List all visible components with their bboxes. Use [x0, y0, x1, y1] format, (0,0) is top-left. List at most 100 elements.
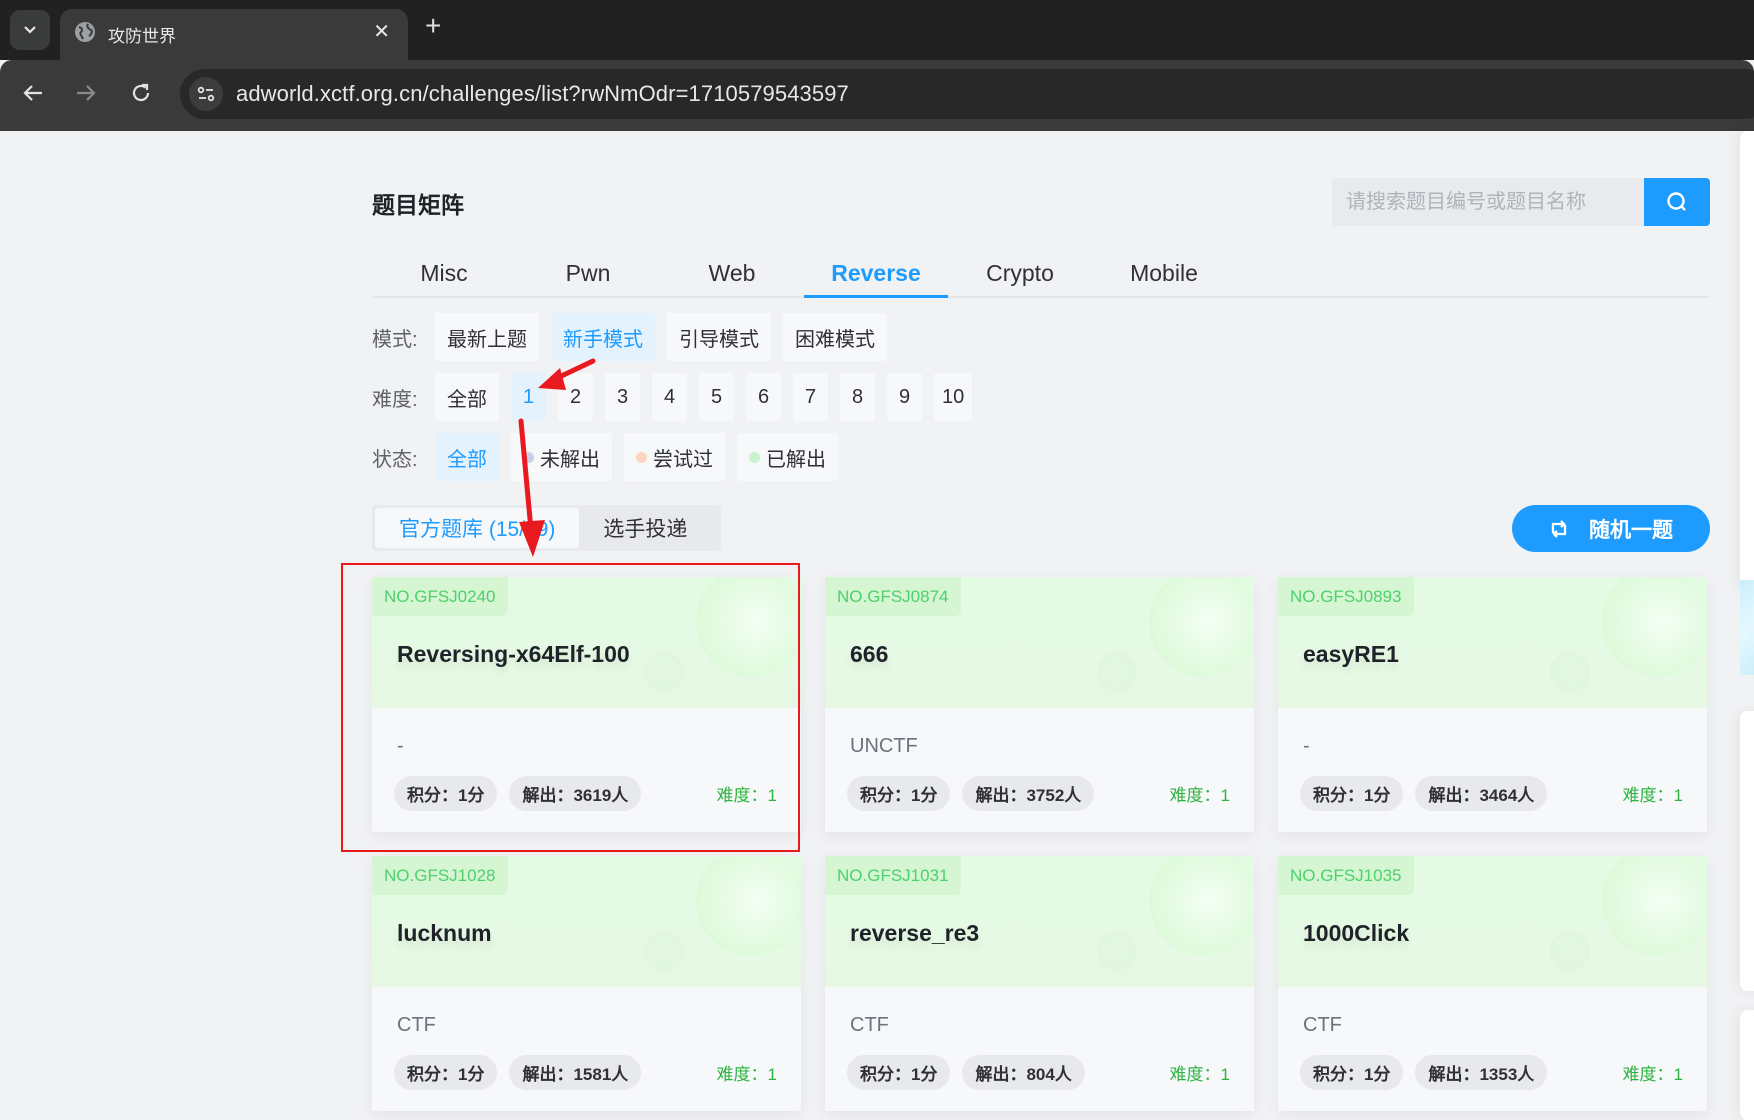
status-all[interactable]: 全部 [435, 433, 499, 481]
difficulty-9[interactable]: 9 [887, 373, 922, 421]
search-icon [1667, 192, 1686, 211]
challenge-card[interactable]: NO.GFSJ0240 Reversing-x64Elf-100 - 积分：1分… [372, 577, 801, 832]
difficulty-2[interactable]: 2 [558, 373, 593, 421]
status-solved-label: 已解出 [766, 448, 826, 471]
status-all-label: 全部 [447, 448, 487, 471]
difficulty-filter: 难度: 全部 1 2 3 4 5 6 7 8 9 10 [372, 373, 984, 421]
tab-pwn[interactable]: Pwn [516, 250, 660, 296]
challenge-number: NO.GFSJ1035 [1278, 856, 1414, 895]
tab-web[interactable]: Web [660, 250, 804, 296]
difficulty-3[interactable]: 3 [605, 373, 640, 421]
challenge-number: NO.GFSJ0874 [825, 577, 961, 616]
challenge-source: CTF [1303, 1014, 1342, 1036]
difficulty-10[interactable]: 10 [934, 373, 973, 421]
score-badge: 积分：1分 [1300, 776, 1404, 811]
decoration-bubble [1149, 856, 1254, 956]
challenge-card[interactable]: NO.GFSJ0874 666 UNCTF 积分：1分 解出：3752人 难度：… [825, 577, 1254, 832]
tab-submitted[interactable]: 选手投递 [579, 508, 711, 548]
tab-reverse[interactable]: Reverse [804, 250, 948, 298]
url-text[interactable]: adworld.xctf.org.cn/challenges/list?rwNm… [236, 81, 849, 107]
mode-hard[interactable]: 困难模式 [783, 313, 887, 361]
arrow-left-icon [23, 85, 42, 101]
challenge-source: CTF [850, 1014, 889, 1036]
status-unsolved-label: 未解出 [540, 448, 600, 471]
mode-label: 模式: [372, 328, 418, 351]
challenge-card[interactable]: NO.GFSJ0893 easyRE1 - 积分：1分 解出：3464人 难度：… [1278, 577, 1707, 832]
challenge-card[interactable]: NO.GFSJ1028 lucknum CTF 积分：1分 解出：1581人 难… [372, 856, 801, 1111]
arrow-right-icon [77, 85, 96, 101]
difficulty-5[interactable]: 5 [699, 373, 734, 421]
attempted-dot-icon [636, 451, 647, 463]
challenge-number: NO.GFSJ1031 [825, 856, 961, 895]
reload-button[interactable] [126, 78, 156, 108]
tab-title: 攻防世界 [108, 27, 176, 46]
tab-crypto[interactable]: Crypto [948, 250, 1092, 296]
mode-guided[interactable]: 引导模式 [667, 313, 771, 361]
random-button-label: 随机一题 [1589, 518, 1673, 542]
shuffle-icon [1549, 519, 1569, 539]
address-bar[interactable]: adworld.xctf.org.cn/challenges/list?rwNm… [180, 69, 1754, 119]
challenge-source: - [397, 735, 404, 757]
challenge-card[interactable]: NO.GFSJ1035 1000Click CTF 积分：1分 解出：1353人… [1278, 856, 1707, 1111]
difficulty-text: 难度：1 [1169, 1065, 1230, 1084]
solved-count-badge: 解出：3619人 [509, 776, 642, 811]
challenge-title: 1000Click [1303, 920, 1410, 946]
score-badge: 积分：1分 [847, 1055, 951, 1090]
search-button[interactable] [1644, 178, 1710, 226]
status-label: 状态: [372, 448, 418, 471]
forward-button[interactable] [71, 78, 101, 108]
difficulty-6[interactable]: 6 [746, 373, 781, 421]
decoration-bubble [696, 856, 801, 956]
solved-dot-icon [749, 451, 760, 463]
challenge-number: NO.GFSJ0893 [1278, 577, 1414, 616]
mode-beginner[interactable]: 新手模式 [551, 313, 655, 361]
score-badge: 积分：1分 [1300, 1055, 1404, 1090]
status-attempted[interactable]: 尝试过 [624, 433, 725, 481]
decoration-bubble [1550, 931, 1590, 971]
source-tabs: 官方题库 (15/79) 选手投递 [372, 505, 721, 551]
difficulty-label: 难度: [372, 388, 418, 411]
card-footer: 积分：1分 解出：3752人 难度：1 [847, 776, 1230, 811]
tab-official[interactable]: 官方题库 (15/79) [375, 508, 580, 548]
browser-tab-active[interactable]: 攻防世界 ✕ [60, 9, 408, 60]
site-info-button[interactable] [189, 77, 223, 111]
card-header: NO.GFSJ1028 lucknum [372, 856, 801, 987]
card-footer: 积分：1分 解出：1353人 难度：1 [1300, 1055, 1683, 1090]
solved-count-badge: 解出：1581人 [509, 1055, 642, 1090]
difficulty-8[interactable]: 8 [840, 373, 875, 421]
challenge-title: Reversing-x64Elf-100 [397, 641, 630, 667]
random-challenge-button[interactable]: 随机一题 [1512, 505, 1710, 552]
decoration-bubble [1602, 856, 1707, 956]
status-solved[interactable]: 已解出 [737, 433, 838, 481]
difficulty-4[interactable]: 4 [652, 373, 687, 421]
challenge-number: NO.GFSJ1028 [372, 856, 508, 895]
close-icon[interactable]: ✕ [373, 19, 390, 44]
unsolved-dot-icon [523, 451, 534, 463]
status-attempted-label: 尝试过 [653, 448, 713, 471]
decoration-bubble [644, 652, 684, 692]
mode-latest[interactable]: 最新上题 [435, 313, 539, 361]
score-badge: 积分：1分 [847, 776, 951, 811]
search-input[interactable] [1332, 178, 1644, 226]
difficulty-text: 难度：1 [716, 786, 777, 805]
card-header: NO.GFSJ0240 Reversing-x64Elf-100 [372, 577, 801, 708]
tab-misc[interactable]: Misc [372, 250, 516, 296]
challenge-card[interactable]: NO.GFSJ1031 reverse_re3 CTF 积分：1分 解出：804… [825, 856, 1254, 1111]
side-panel-card [1740, 1010, 1754, 1120]
back-button[interactable] [18, 78, 48, 108]
side-panel-card [1740, 711, 1754, 991]
difficulty-all[interactable]: 全部 [435, 373, 499, 421]
plus-icon[interactable]: + [425, 12, 441, 40]
card-header: NO.GFSJ1035 1000Click [1278, 856, 1707, 987]
difficulty-7[interactable]: 7 [793, 373, 828, 421]
decoration-bubble [1550, 652, 1590, 692]
challenge-source: CTF [397, 1014, 436, 1036]
difficulty-1[interactable]: 1 [511, 373, 546, 421]
browser-tab-strip: 攻防世界 ✕ + [0, 0, 1754, 60]
tab-search-button[interactable] [10, 10, 50, 50]
card-header: NO.GFSJ0893 easyRE1 [1278, 577, 1707, 708]
status-unsolved[interactable]: 未解出 [511, 433, 612, 481]
tab-mobile[interactable]: Mobile [1092, 250, 1236, 296]
card-footer: 积分：1分 解出：804人 难度：1 [847, 1055, 1230, 1090]
challenge-title: easyRE1 [1303, 641, 1399, 667]
